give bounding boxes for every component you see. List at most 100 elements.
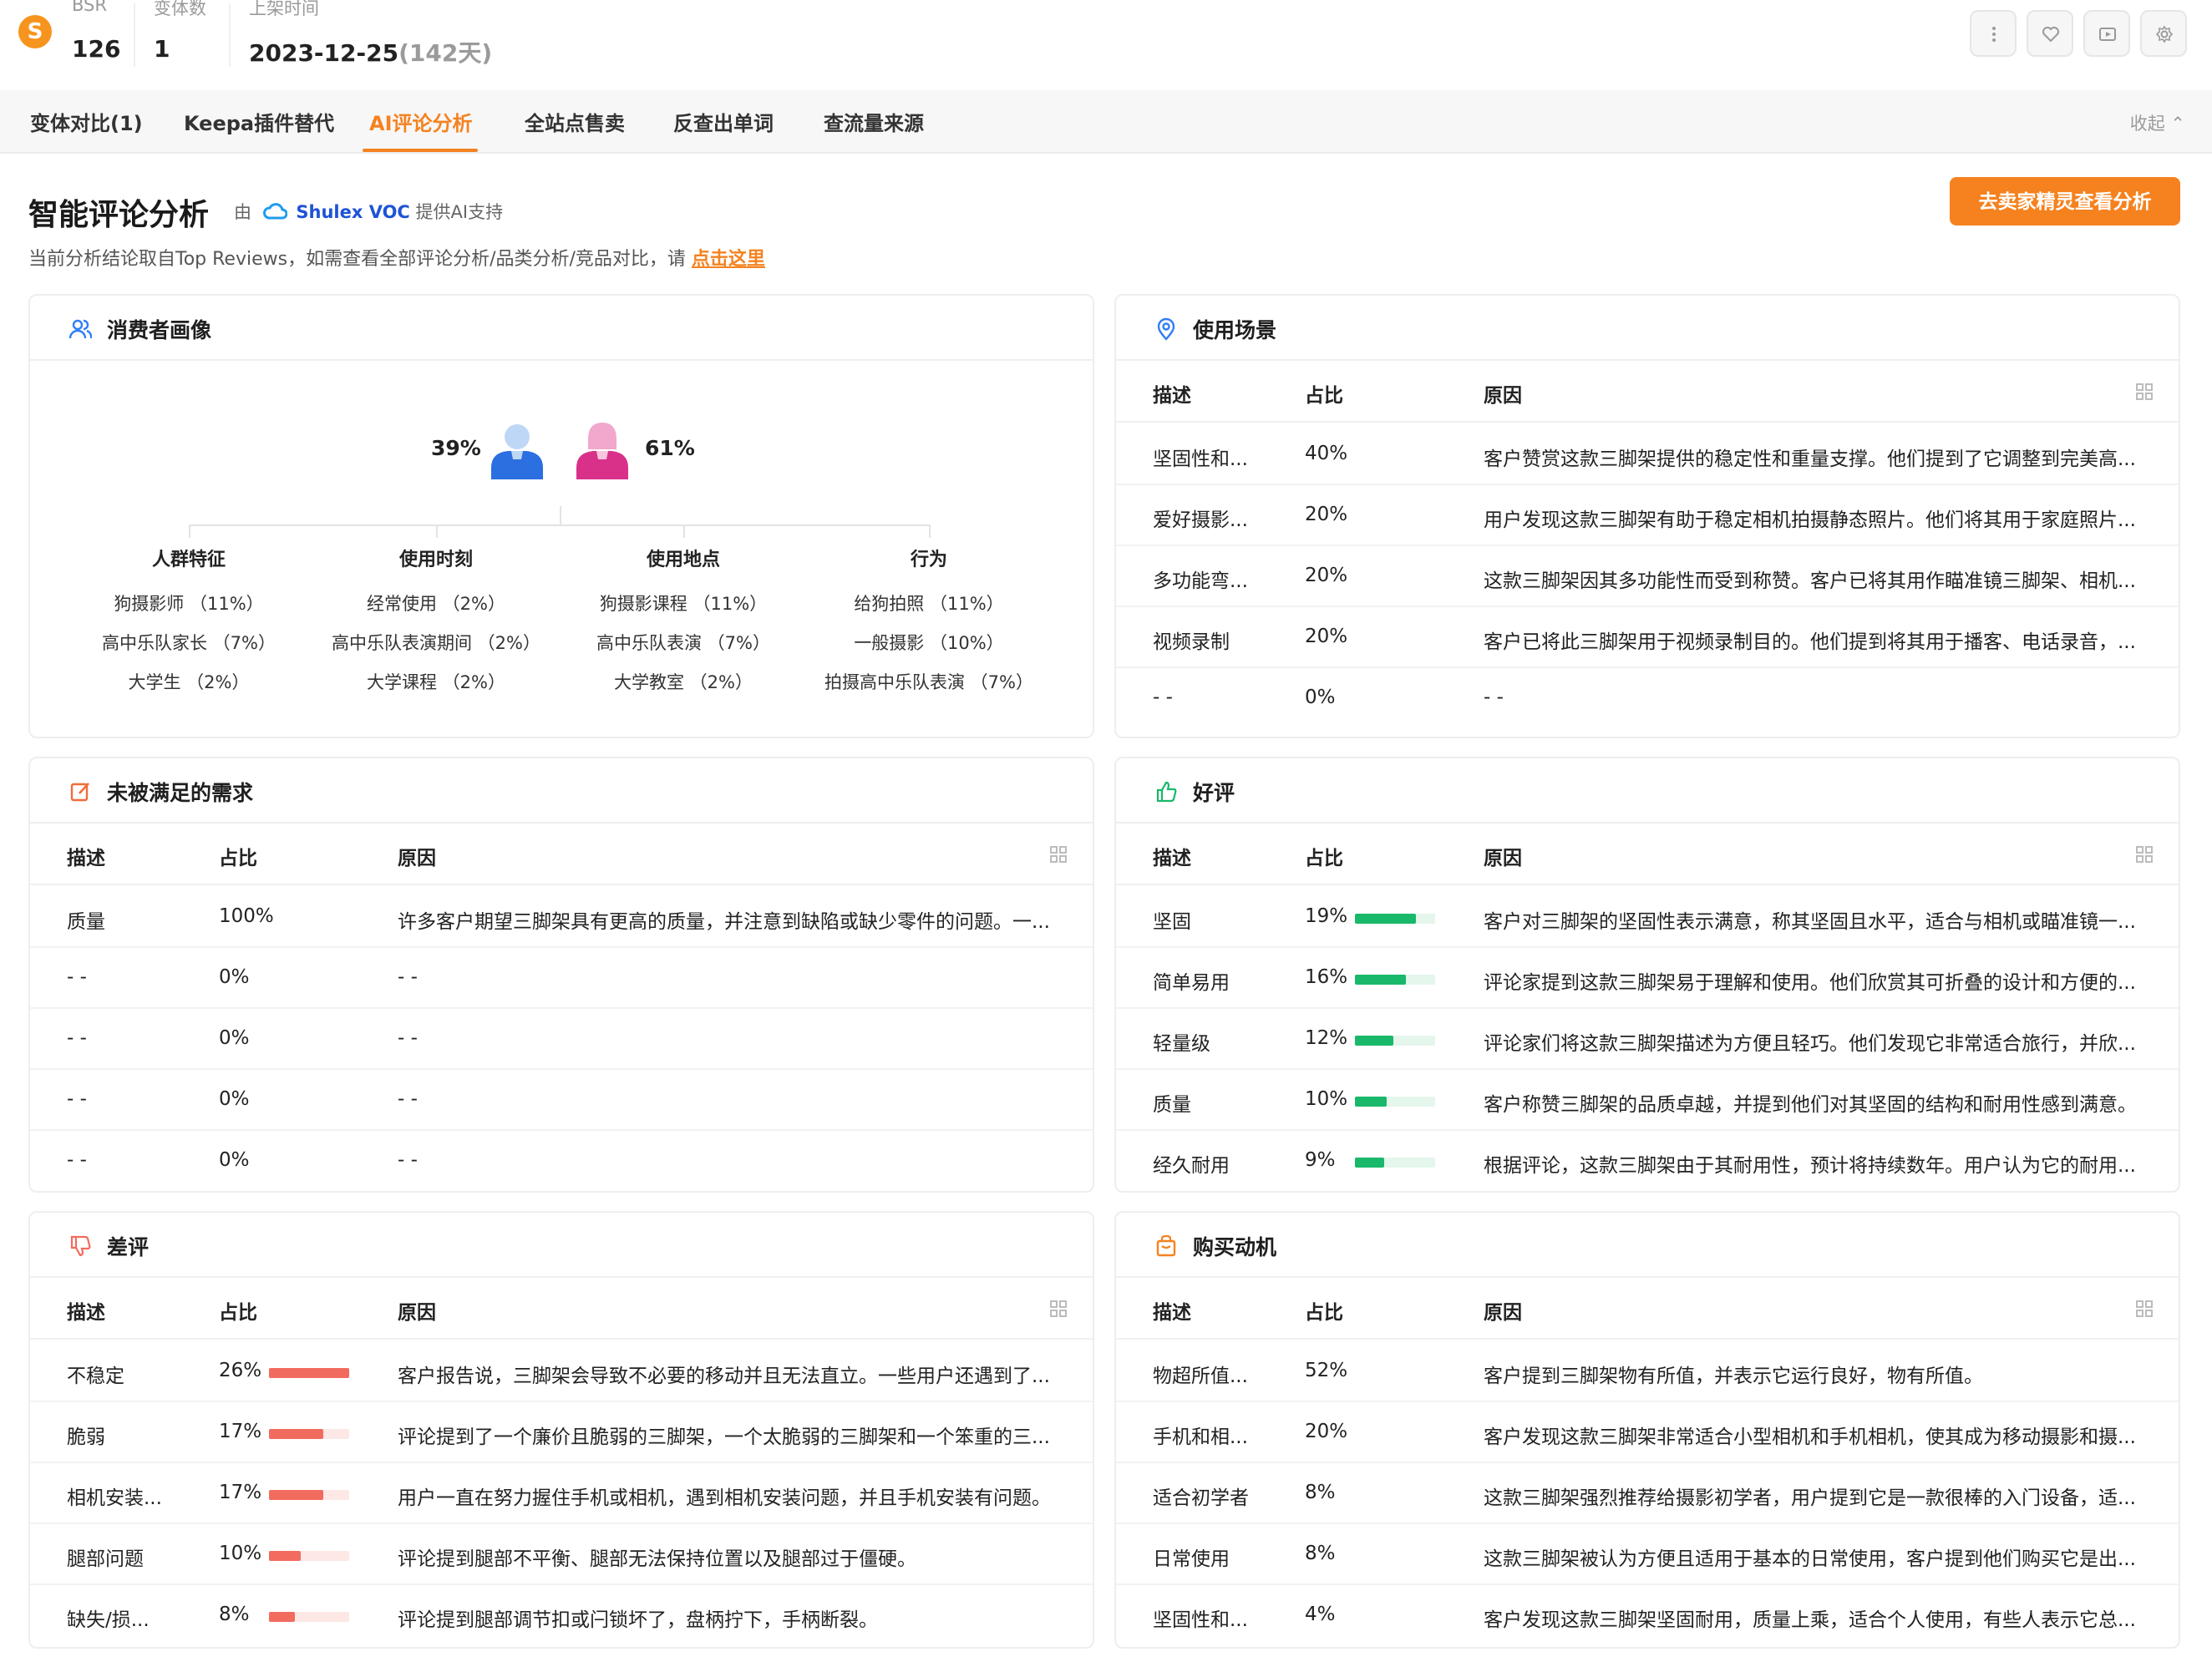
column-item: 高中乐队家长 （7%）: [102, 633, 276, 653]
ratio-bar: [269, 1551, 349, 1561]
tab-traffic-source[interactable]: 查流量来源: [824, 107, 924, 136]
table-header: 描述 占比 原因: [30, 823, 1093, 885]
thumbs-down-icon: [70, 1235, 91, 1257]
location-pin-icon: [1157, 317, 1175, 341]
table-row: 质量 10% 客户称赞三脚架的品质卓越，并提到他们对其坚固的结构和耐用性感到满意。: [1116, 1070, 2179, 1131]
row-reason: - -: [398, 1149, 418, 1171]
column-item: 经常使用 （2%）: [367, 594, 505, 614]
grid-view-icon[interactable]: [2135, 383, 2154, 401]
row-ratio: 0%: [219, 966, 250, 988]
table-row: - - 0% - -: [30, 948, 1093, 1009]
row-reason: 客户提到三脚架物有所值，并表示它运行良好，物有所值。: [1484, 1366, 1983, 1387]
ratio-bar: [269, 1368, 349, 1378]
tab-keepa[interactable]: Keepa插件替代: [184, 107, 334, 136]
grid-view-icon[interactable]: [1049, 845, 1068, 864]
row-reason: - -: [398, 966, 418, 988]
row-ratio: 0%: [219, 1027, 250, 1049]
column-header-reason: 原因: [1484, 848, 1522, 869]
view-analysis-button[interactable]: 去卖家精灵查看分析: [1950, 177, 2180, 225]
note-text: 当前分析结论取自Top Reviews，如需查看全部评论分析/品类分析/竞品对比…: [28, 249, 686, 270]
table-header: 描述 占比 原因: [1116, 1278, 2179, 1340]
divider: [134, 3, 135, 67]
grid-view-icon[interactable]: [2135, 1300, 2154, 1318]
female-avatar-icon: [576, 423, 628, 479]
active-tab-indicator: [363, 149, 478, 152]
card-header: 消费者画像: [30, 296, 1093, 361]
row-ratio: 20%: [1305, 1421, 1348, 1442]
table-row: 不稳定 26% 客户报告说，三脚架会导致不必要的移动并且无法直立。一些用户还遇到了.…: [30, 1341, 1093, 1402]
column-item: 一般摄影 （10%）: [854, 633, 1004, 653]
row-reason: 客户发现这款三脚架非常适合小型相机和手机相机，使其成为移动摄影和摄...: [1484, 1426, 2136, 1448]
ratio-bar-fill: [1355, 914, 1416, 924]
ratio-bar-fill: [1355, 1158, 1384, 1168]
persona-column-usage-place: 使用地点 狗摄影课程 （11%） 高中乐队表演 （7%） 大学教室 （2%）: [558, 545, 809, 702]
users-icon: [68, 319, 92, 339]
ratio-bar-fill: [269, 1612, 295, 1622]
column-title: 行为: [910, 550, 947, 570]
credit-prefix: 由: [234, 202, 251, 222]
tree-connector: [189, 524, 190, 538]
column-header-ratio: 占比: [219, 1302, 257, 1324]
persona-column-behavior: 行为 给狗拍照 （11%） 一般摄影 （10%） 拍摄高中乐队表演 （7%）: [804, 545, 1054, 702]
play-icon: [2099, 28, 2116, 41]
ratio-bar-fill: [269, 1490, 323, 1500]
male-avatar-icon: [491, 424, 543, 479]
card-header: 差评: [30, 1213, 1093, 1278]
negative-review-card: 差评 描述 占比 原因 不稳定 26% 客户报告说，三脚架会导致不必要的移动并且无法直立。一…: [28, 1211, 1094, 1649]
column-item: 高中乐队表演期间 （2%）: [332, 633, 540, 653]
row-desc: 坚固: [1153, 911, 1191, 933]
row-desc: 脆弱: [67, 1426, 105, 1448]
persona-column-demographics: 人群特征 狗摄影师 （11%） 高中乐队家长 （7%） 大学生 （2%）: [63, 545, 314, 702]
grid-view-icon[interactable]: [1049, 1300, 1068, 1318]
row-reason: 评论家提到这款三脚架易于理解和使用。他们欣赏其可折叠的设计和方便的...: [1484, 972, 2136, 994]
tab-ai-review[interactable]: AI评论分析: [369, 107, 473, 136]
row-ratio: 0%: [1305, 687, 1336, 708]
card-header: 购买动机: [1116, 1213, 2179, 1278]
table-row: 适合初学者 8% 这款三脚架强烈推荐给摄影初学者，用户提到它是一款很棒的入门设备，适…: [1116, 1463, 2179, 1524]
more-button[interactable]: [1970, 10, 2017, 57]
row-reason: 客户发现这款三脚架坚固耐用，质量上乘，适合个人使用，有些人表示它总...: [1484, 1609, 2136, 1631]
settings-button[interactable]: [2140, 10, 2187, 57]
app-logo: S: [18, 15, 52, 48]
row-reason: 客户赞赏这款三脚架提供的稳定性和重量支撑。他们提到了它调整到完美高...: [1484, 448, 2136, 470]
tab-all-sites[interactable]: 全站点售卖: [525, 107, 625, 136]
collapse-label: 收起: [2129, 114, 2165, 134]
collapse-button[interactable]: 收起 ⌃: [2130, 110, 2185, 135]
table-header: 描述 占比 原因: [1116, 823, 2179, 885]
row-desc: 简单易用: [1153, 972, 1230, 994]
grid-view-icon[interactable]: [2135, 845, 2154, 864]
listing-date: 2023-12-25: [249, 39, 399, 67]
stat-value: 126: [72, 35, 121, 63]
column-item: 狗摄影课程 （11%）: [599, 594, 768, 614]
favorite-button[interactable]: [2027, 10, 2073, 57]
table-header: 描述 占比 原因: [1116, 361, 2179, 423]
video-button[interactable]: [2083, 10, 2130, 57]
ratio-bar: [269, 1612, 349, 1622]
row-desc: - -: [67, 966, 87, 988]
row-ratio: 0%: [219, 1088, 250, 1110]
tab-reverse-keywords[interactable]: 反查出单词: [673, 107, 774, 136]
row-ratio: 4%: [1305, 1604, 1336, 1625]
row-desc: 腿部问题: [67, 1548, 144, 1570]
click-here-link[interactable]: 点击这里: [692, 249, 765, 270]
column-title: 人群特征: [151, 550, 226, 570]
column-header-reason: 原因: [1484, 1302, 1522, 1324]
stat-label: 上架时间: [249, 0, 319, 18]
heart-icon: [2042, 27, 2059, 43]
table-row: 腿部问题 10% 评论提到腿部不平衡、腿部无法保持位置以及腿部过于僵硬。: [30, 1524, 1093, 1585]
column-item: 大学生 （2%）: [128, 672, 250, 692]
table-row: 简单易用 16% 评论家提到这款三脚架易于理解和使用。他们欣赏其可折叠的设计和方便的…: [1116, 948, 2179, 1009]
persona-column-usage-time: 使用时刻 经常使用 （2%） 高中乐队表演期间 （2%） 大学课程 （2%）: [311, 545, 561, 702]
column-header-ratio: 占比: [1305, 848, 1343, 869]
stat-value: 2023-12-25(142天): [249, 35, 492, 68]
column-header-ratio: 占比: [1305, 1302, 1343, 1324]
female-percentage: 61%: [645, 436, 695, 460]
column-header-desc: 描述: [1153, 848, 1191, 869]
listing-days: (142天): [398, 39, 493, 67]
column-header-desc: 描述: [67, 1302, 105, 1324]
tree-connector: [560, 506, 561, 526]
tab-variant-compare[interactable]: 变体对比(1): [30, 107, 143, 136]
row-reason: 用户一直在努力握住手机或相机，遇到相机安装问题，并且手机安装有问题。: [398, 1487, 1051, 1509]
row-reason: 根据评论，这款三脚架由于其耐用性，预计将持续数年。用户认为它的耐用...: [1484, 1155, 2136, 1177]
gear-icon: [2155, 25, 2174, 43]
